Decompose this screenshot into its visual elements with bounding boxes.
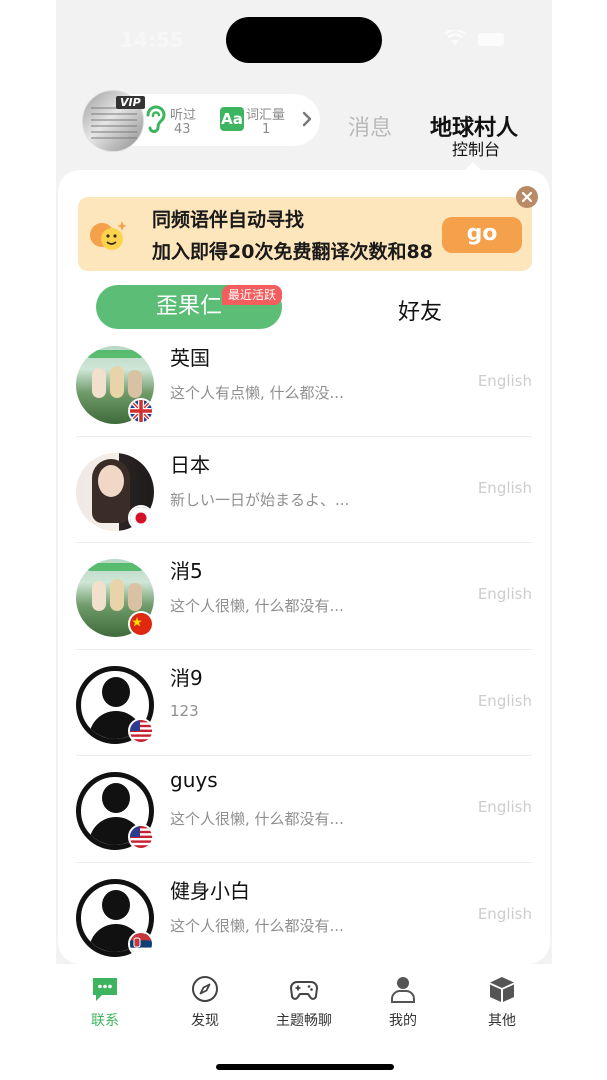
usa-flag-icon	[128, 717, 154, 744]
list-item[interactable]: guys 这个人很懒, 什么都没有... English	[76, 756, 532, 863]
list-item[interactable]: 健身小白 这个人很懒, 什么都没有... English	[76, 863, 532, 965]
tab-topics[interactable]: 主题畅聊	[259, 974, 349, 1030]
china-flag-icon	[128, 611, 154, 637]
list-item[interactable]: 消5 这个人很懒, 什么都没有... English	[76, 543, 532, 650]
tab-messages[interactable]: 消息	[348, 110, 392, 142]
bottom-tab-bar: 联系 发现 主题畅聊 我的 其他	[56, 964, 552, 1080]
contact-status: 这个人很懒, 什么都没有...	[170, 916, 344, 935]
top-header: VIP 听过 43 Aa 词汇量 1 消息 地球村人 控制台	[56, 80, 552, 171]
vip-badge: VIP	[116, 96, 145, 109]
contact-language: English	[477, 585, 532, 603]
contact-language: English	[477, 478, 532, 497]
contact-name: 消5	[170, 559, 203, 583]
tab-other-label: 其他	[488, 1013, 516, 1029]
dynamic-island	[226, 17, 382, 63]
emoji-faces-icon	[90, 221, 127, 250]
vocab-label: 词汇量	[246, 108, 286, 123]
status-bar: 14:55	[56, 0, 552, 80]
app-screen: 14:55 VIP 听过 43 Aa 词汇量 1 消息 地球村人 控制台 同频语…	[56, 0, 552, 1080]
serbia-flag-icon	[128, 930, 154, 957]
main-card: 同频语伴自动寻找 加入即得20次免费翻译次数和88 go 歪果仁 最近活跃 好友…	[58, 170, 550, 964]
list-item[interactable]: 日本 新しい一日が始まるよ、... English	[76, 437, 532, 543]
banner-subtitle: 加入即得20次免费翻译次数和88	[152, 241, 433, 263]
contact-name: 健身小白	[170, 878, 250, 903]
home-indicator	[216, 1064, 394, 1070]
contact-status: 123	[170, 701, 199, 720]
tab-me[interactable]: 我的	[358, 974, 448, 1030]
ear-icon	[146, 105, 166, 133]
tab-discover[interactable]: 发现	[160, 974, 250, 1030]
tab-contacts[interactable]: 联系	[60, 974, 150, 1030]
recently-active-badge: 最近活跃	[222, 285, 283, 305]
segment-friends[interactable]: 好友	[398, 294, 442, 326]
uk-flag-icon	[128, 398, 154, 424]
go-button[interactable]: go	[442, 217, 522, 253]
contact-status: 这个人很懒, 什么都没有...	[170, 597, 344, 615]
gamepad-icon	[290, 981, 318, 1000]
status-time: 14:55	[120, 28, 184, 52]
contact-language: English	[477, 691, 532, 710]
contact-language: English	[477, 372, 532, 390]
banner-title: 同频语伴自动寻找	[152, 209, 305, 231]
wifi-icon	[444, 30, 466, 45]
vocabulary-icon: Aa	[220, 107, 244, 131]
tab-contacts-label: 联系	[91, 1013, 119, 1029]
contact-name: 消9	[170, 665, 203, 690]
tab-discover-label: 发现	[191, 1013, 219, 1029]
compass-icon	[192, 976, 218, 1002]
contact-name: 日本	[170, 452, 210, 477]
contact-status: 这个人有点懒, 什么都没...	[170, 384, 344, 402]
contact-list: 英国 这个人有点懒, 什么都没... English 日本 新しい一日が始まるよ…	[76, 330, 532, 964]
tab-other[interactable]: 其他	[457, 974, 547, 1030]
chevron-right-icon[interactable]	[300, 108, 314, 130]
contact-language: English	[477, 904, 532, 923]
tab-me-label: 我的	[389, 1013, 417, 1029]
promo-banner[interactable]: 同频语伴自动寻找 加入即得20次免费翻译次数和88 go	[78, 197, 532, 271]
usa-flag-icon	[128, 824, 154, 850]
box-icon	[490, 977, 514, 1002]
vocab-count: 1	[262, 122, 271, 137]
listened-label: 听过	[170, 108, 197, 123]
contact-status: 新しい一日が始まるよ、...	[170, 490, 350, 509]
close-icon	[521, 191, 533, 203]
list-item[interactable]: 英国 这个人有点懒, 什么都没... English	[76, 330, 532, 437]
chat-bubble-icon	[93, 978, 117, 1001]
contact-name: 英国	[170, 346, 210, 370]
contact-status: 这个人很懒, 什么都没有...	[170, 810, 344, 828]
close-banner-button[interactable]	[516, 186, 538, 208]
tab-console-label[interactable]: 控制台	[452, 136, 500, 160]
tab-topics-label: 主题畅聊	[276, 1013, 332, 1029]
japan-flag-icon	[128, 504, 154, 531]
listened-count: 43	[174, 122, 191, 137]
person-icon	[391, 977, 415, 1003]
list-item[interactable]: 消9 123 English	[76, 650, 532, 756]
battery-icon	[478, 33, 504, 46]
contact-name: guys	[170, 768, 218, 792]
contact-language: English	[477, 798, 532, 816]
